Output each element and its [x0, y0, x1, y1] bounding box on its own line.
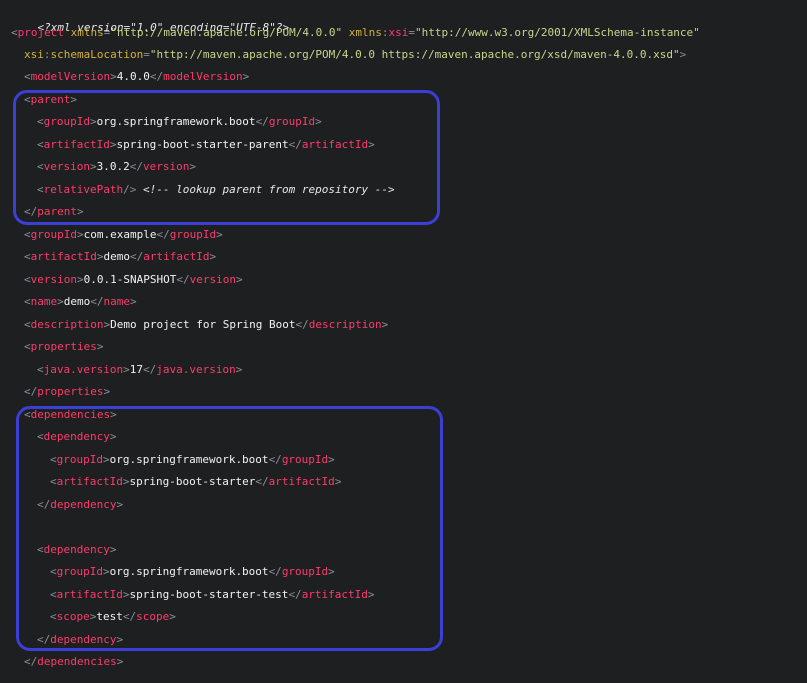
description-value: Demo project for Spring Boot: [110, 318, 296, 331]
group-id-value: com.example: [83, 228, 157, 241]
group-id-open-tag: groupId: [30, 228, 77, 241]
description-line: <description>Demo project for Spring Boo…: [24, 318, 389, 331]
name-line: <name>demo</name>: [24, 295, 137, 308]
dependencies-open-line: <dependencies>: [24, 408, 117, 421]
version-open-tag: version: [30, 273, 77, 286]
artifact-id-open-tag: artifactId: [30, 250, 97, 263]
dependency-2-scope-value: test: [96, 610, 123, 623]
code-editor[interactable]: <?xml version="1.0" encoding="UTF-8"?> <…: [0, 0, 807, 683]
model-version-close-tag: modelVersion: [163, 70, 243, 83]
properties-close-line: </properties>: [24, 385, 111, 398]
xsi-value: "http://www.w3.org/2001/XMLSchema-instan…: [415, 26, 700, 39]
java-version-value: 17: [129, 363, 143, 376]
java-version-open-tag: java.version: [43, 363, 124, 376]
parent-artifact-id-line: <artifactId>spring-boot-starter-parent</…: [37, 138, 375, 151]
project-tag: project: [17, 26, 64, 39]
schema-namespace: xsi: [24, 48, 44, 61]
dependency-2-close-tag: dependency: [50, 633, 117, 646]
dependency-2-scope-open-tag: scope: [56, 610, 90, 623]
dependency-1-artifact-id-close-tag: artifactId: [268, 475, 335, 488]
parent-artifact-id-value: spring-boot-starter-parent: [116, 138, 289, 151]
artifact-id-value: demo: [103, 250, 130, 263]
dependency-2-group-id-line: <groupId>org.springframework.boot</group…: [50, 565, 335, 578]
xsi-namespace: xmlns: [348, 26, 382, 39]
dependency-1-close-tag: dependency: [50, 498, 117, 511]
dependency-1-open-line: <dependency>: [37, 430, 117, 443]
dependency-2-scope-close-tag: scope: [136, 610, 170, 623]
parent-version-close-tag: version: [142, 160, 190, 173]
dependency-2-artifact-id-value: spring-boot-starter-test: [129, 588, 289, 601]
schema-value: "http://maven.apache.org/POM/4.0.0 https…: [149, 48, 680, 61]
parent-group-id-line: <groupId>org.springframework.boot</group…: [37, 115, 322, 128]
artifact-id-close-tag: artifactId: [143, 250, 210, 263]
parent-artifact-id-open-tag: artifactId: [43, 138, 110, 151]
dependencies-close-line: </dependencies>: [24, 655, 124, 668]
dependency-1-group-id-open-tag: groupId: [56, 453, 103, 466]
parent-open-tag: parent: [30, 93, 71, 106]
artifact-id-line: <artifactId>demo</artifactId>: [24, 250, 217, 263]
description-close-tag: description: [308, 318, 382, 331]
parent-group-id-open-tag: groupId: [43, 115, 90, 128]
parent-group-id-close-tag: groupId: [268, 115, 316, 128]
dependency-2-group-id-open-tag: groupId: [56, 565, 103, 578]
model-version-line: <modelVersion>4.0.0</modelVersion>: [24, 70, 250, 83]
project-open-line: <project xmlns="http://maven.apache.org/…: [11, 26, 700, 39]
dependency-1-artifact-id-open-tag: artifactId: [56, 475, 123, 488]
version-close-tag: version: [189, 273, 236, 286]
xml-declaration-line: <?xml version="1.0" encoding="UTF-8"?>: [11, 1, 290, 34]
parent-open-line: <parent>: [24, 93, 77, 106]
name-close-tag: name: [103, 295, 131, 308]
parent-close-tag: parent: [37, 205, 77, 218]
dependencies-open-tag: dependencies: [30, 408, 111, 421]
version-line: <version>0.0.1-SNAPSHOT</version>: [24, 273, 243, 286]
properties-close-tag: properties: [37, 385, 104, 398]
schema-location-line: xsi:schemaLocation="http://maven.apache.…: [24, 48, 687, 61]
name-value: demo: [63, 295, 91, 308]
dependency-2-close-line: </dependency>: [37, 633, 124, 646]
dependency-2-artifact-id-open-tag: artifactId: [56, 588, 123, 601]
parent-group-id-value: org.springframework.boot: [96, 115, 256, 128]
parent-version-line: <version>3.0.2</version>: [37, 160, 196, 173]
dependency-2-scope-line: <scope>test</scope>: [50, 610, 176, 623]
dependency-1-artifact-id-value: spring-boot-starter: [129, 475, 256, 488]
description-open-tag: description: [30, 318, 104, 331]
dependency-1-group-id-line: <groupId>org.springframework.boot</group…: [50, 453, 335, 466]
dependency-2-group-id-value: org.springframework.boot: [109, 565, 269, 578]
dependency-2-group-id-close-tag: groupId: [281, 565, 329, 578]
dependency-1-group-id-value: org.springframework.boot: [109, 453, 269, 466]
name-open-tag: name: [30, 295, 58, 308]
parent-artifact-id-close-tag: artifactId: [301, 138, 369, 151]
parent-version-value: 3.0.2: [96, 160, 130, 173]
java-version-line: <java.version>17</java.version>: [37, 363, 243, 376]
dependency-2-open-tag: dependency: [43, 543, 110, 556]
model-version-open-tag: modelVersion: [30, 70, 111, 83]
group-id-line: <groupId>com.example</groupId>: [24, 228, 223, 241]
version-value: 0.0.1-SNAPSHOT: [83, 273, 177, 286]
relative-path-tag: relativePath: [43, 183, 124, 196]
model-version-value: 4.0.0: [116, 70, 150, 83]
xsi-attr: xsi: [388, 26, 409, 39]
relative-path-comment: <!-- lookup parent from repository -->: [142, 183, 395, 196]
dependency-2-artifact-id-close-tag: artifactId: [301, 588, 368, 601]
dependency-1-close-line: </dependency>: [37, 498, 124, 511]
dependency-1-artifact-id-line: <artifactId>spring-boot-starter</artifac…: [50, 475, 342, 488]
dependency-2-artifact-id-line: <artifactId>spring-boot-starter-test</ar…: [50, 588, 375, 601]
parent-version-open-tag: version: [43, 160, 90, 173]
group-id-close-tag: groupId: [169, 228, 217, 241]
properties-open-line: <properties>: [24, 340, 104, 353]
dependencies-close-tag: dependencies: [37, 655, 117, 668]
xmlns-value: "http://maven.apache.org/POM/4.0.0": [110, 26, 343, 39]
properties-open-tag: properties: [30, 340, 97, 353]
relative-path-line: <relativePath/> <!-- lookup parent from …: [37, 183, 395, 196]
schema-attr: schemaLocation: [50, 48, 144, 61]
parent-close-line: </parent>: [24, 205, 84, 218]
dependency-1-group-id-close-tag: groupId: [281, 453, 329, 466]
dependency-2-open-line: <dependency>: [37, 543, 117, 556]
java-version-close-tag: java.version: [156, 363, 236, 376]
dependency-1-open-tag: dependency: [43, 430, 110, 443]
xmlns-attr: xmlns: [70, 26, 104, 39]
